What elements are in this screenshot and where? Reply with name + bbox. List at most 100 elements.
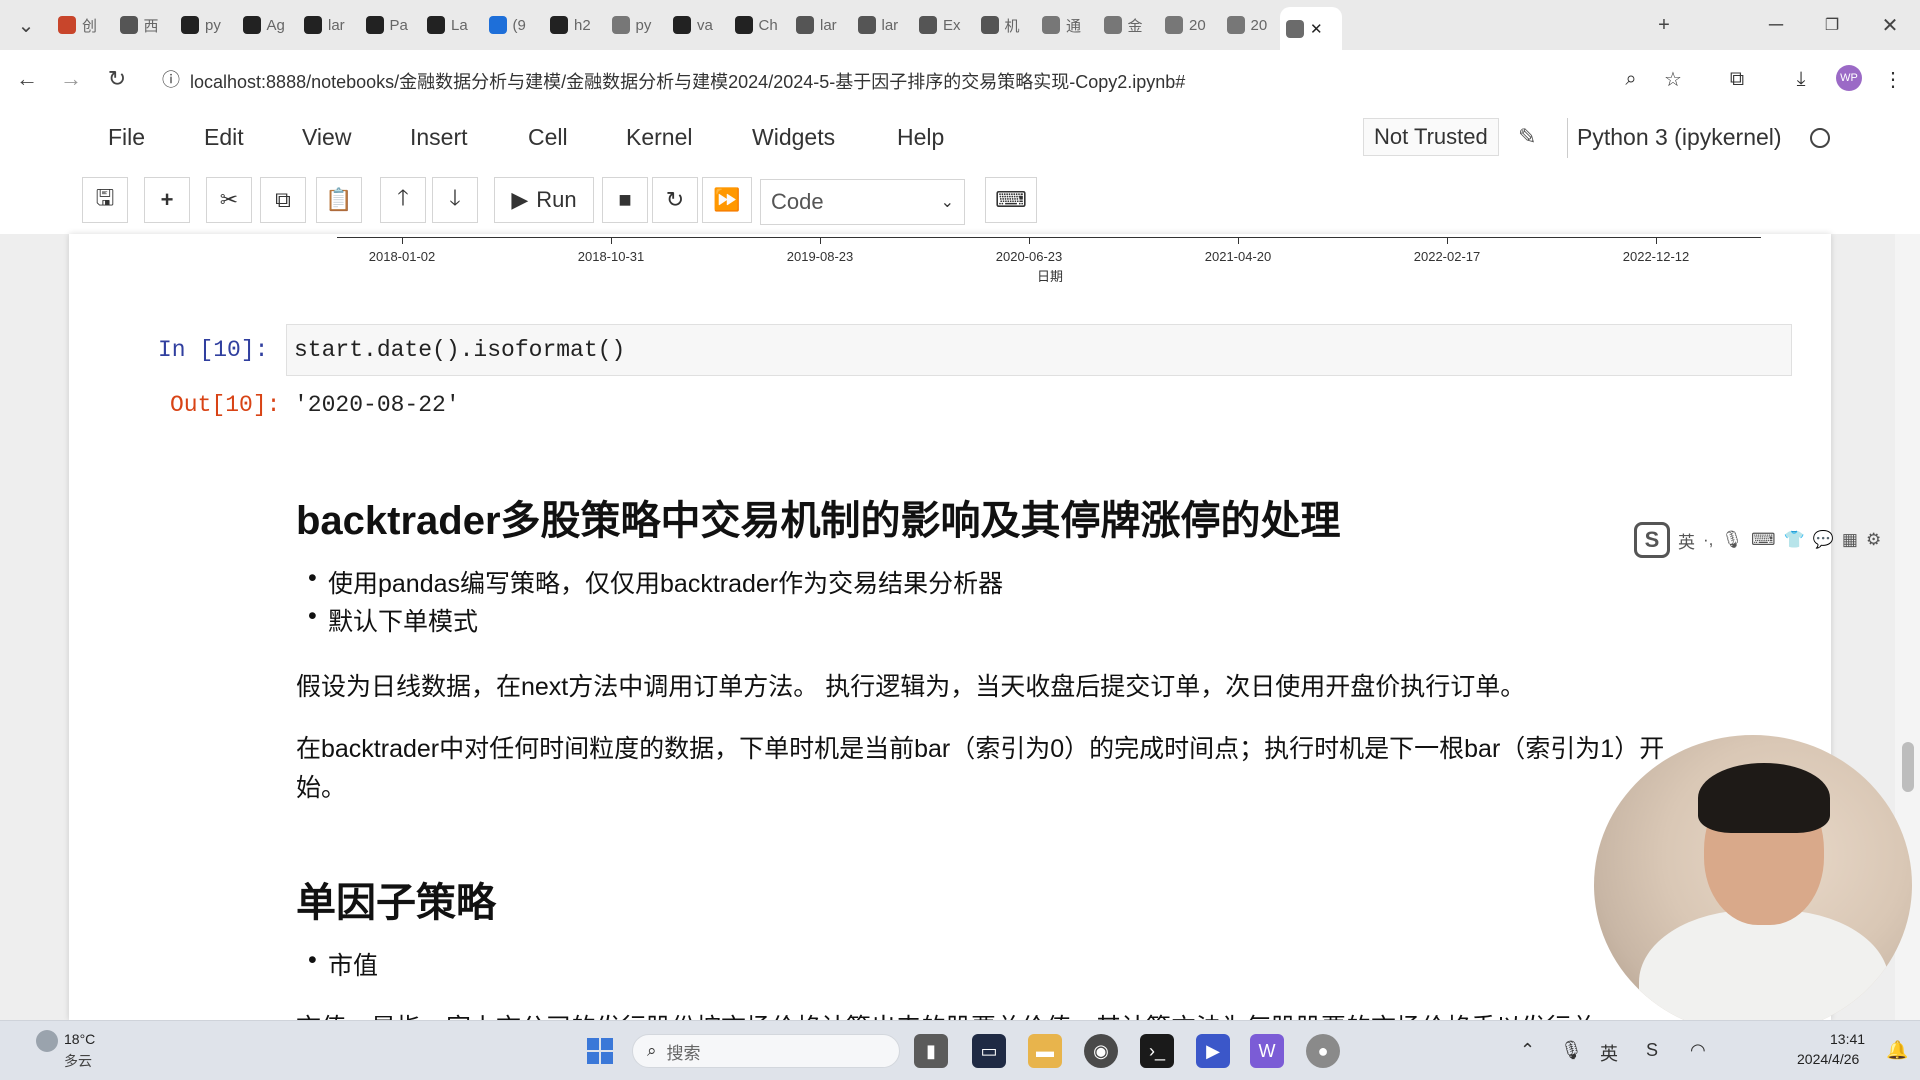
list-item: 默认下单模式 — [308, 602, 478, 638]
move-down-button[interactable]: 🡓 — [432, 177, 478, 223]
x-tick — [1656, 237, 1657, 244]
taskbar-search[interactable]: ⌕ 搜索 — [632, 1034, 900, 1068]
menu-file[interactable]: File — [108, 124, 145, 151]
taskbar-app-film[interactable]: ▮ — [914, 1034, 948, 1068]
browser-tab[interactable]: 创 — [52, 9, 110, 41]
notification-bell-icon[interactable]: 🔔 — [1886, 1040, 1908, 1061]
zoom-icon[interactable]: ⌕ — [1612, 60, 1650, 98]
tab-list-chevron-icon[interactable]: ⌄ — [6, 10, 46, 40]
taskbar-app-bookmark[interactable]: ▶ — [1196, 1034, 1230, 1068]
browser-tab[interactable]: 西 — [114, 9, 172, 41]
browser-tab[interactable]: va — [667, 9, 725, 41]
taskbar — [0, 1020, 1920, 1080]
tray-microphone-icon[interactable]: 🎙 — [1560, 1040, 1583, 1061]
ime-language[interactable]: 英 — [1678, 528, 1695, 553]
cut-button[interactable]: ✂ — [206, 177, 252, 223]
menu-widgets[interactable]: Widgets — [752, 124, 835, 151]
browser-tab[interactable]: Ag — [237, 9, 295, 41]
tab-active[interactable]: ✕ — [1280, 7, 1342, 50]
insert-cell-button[interactable]: + — [144, 177, 190, 223]
restore-icon[interactable]: ❐ — [1812, 10, 1852, 40]
address-bar-url[interactable]: localhost:8888/notebooks/金融数据分析与建模/金融数据分… — [190, 68, 1185, 94]
browser-tab[interactable]: py — [175, 9, 233, 41]
browser-tab[interactable]: py — [606, 9, 664, 41]
new-tab-button[interactable]: + — [1644, 10, 1684, 40]
punctuation-icon[interactable]: ·, — [1703, 530, 1713, 550]
interrupt-button[interactable]: ■ — [602, 177, 648, 223]
download-icon[interactable]: ⤓ — [1782, 60, 1820, 98]
forward-arrow-icon[interactable]: → — [52, 60, 90, 98]
save-button[interactable]: 🖫 — [82, 177, 128, 223]
cell-type-select[interactable]: Code ⌄ — [760, 179, 965, 225]
kernel-name[interactable]: Python 3 (ipykernel) — [1577, 124, 1782, 151]
browser-tab[interactable]: lar — [852, 9, 910, 41]
clock-time[interactable]: 13:41 — [1830, 1031, 1865, 1047]
back-arrow-icon[interactable]: ← — [8, 60, 46, 98]
more-menu-icon[interactable]: ⋮ — [1874, 60, 1912, 98]
browser-tab[interactable]: 通 — [1036, 9, 1094, 41]
taskbar-app-chrome[interactable]: ◉ — [1084, 1034, 1118, 1068]
browser-tab[interactable]: 机 — [975, 9, 1033, 41]
paste-button[interactable]: 📋 — [316, 177, 362, 223]
pencil-icon[interactable]: ✎ — [1518, 124, 1536, 150]
menu-view[interactable]: View — [302, 124, 351, 151]
reload-icon[interactable]: ↻ — [98, 60, 136, 98]
browser-tab-strip: ⌄ 创 西 py Ag lar Pa La (9 h2 py va Ch lar lar Ex 机 通 金 20 20… — [0, 0, 1920, 50]
code-text[interactable]: start.date().isoformat() — [294, 337, 625, 363]
weather-cloud-icon[interactable] — [36, 1030, 58, 1052]
browser-tab[interactable]: Ex — [913, 9, 971, 41]
site-info-icon[interactable]: ⓘ — [152, 60, 190, 98]
browser-tab[interactable]: 20 — [1221, 9, 1279, 41]
menu-insert[interactable]: Insert — [410, 124, 468, 151]
browser-tab[interactable]: 20 — [1159, 9, 1217, 41]
restart-run-all-button[interactable]: ⏩ — [702, 177, 752, 223]
microphone-icon[interactable]: 🎙 — [1721, 530, 1743, 550]
tray-chevron-up-icon[interactable]: ⌃ — [1520, 1040, 1535, 1061]
tray-ime-language[interactable]: 英 — [1600, 1040, 1618, 1066]
minimize-icon[interactable]: ─ — [1756, 10, 1796, 40]
browser-tab[interactable]: La — [421, 9, 479, 41]
browser-tab[interactable]: h2 — [544, 9, 602, 41]
clock-date[interactable]: 2024/4/26 — [1797, 1051, 1859, 1067]
weather-condition[interactable]: 多云 — [64, 1051, 92, 1071]
browser-tab[interactable]: lar — [790, 9, 848, 41]
scrollbar-thumb[interactable] — [1902, 742, 1914, 792]
extensions-icon[interactable]: ⧉ — [1718, 60, 1756, 98]
menu-edit[interactable]: Edit — [204, 124, 244, 151]
profile-avatar[interactable]: WP — [1836, 65, 1862, 91]
browser-tab[interactable]: 金 — [1098, 9, 1156, 41]
window-close-icon[interactable]: ✕ — [1870, 10, 1910, 40]
settings-gear-icon[interactable]: ⚙ — [1866, 530, 1881, 550]
browser-tab[interactable]: (9 — [483, 9, 541, 41]
menu-help[interactable]: Help — [897, 124, 944, 151]
menu-kernel[interactable]: Kernel — [626, 124, 692, 151]
browser-tab[interactable]: Pa — [360, 9, 418, 41]
menu-cell[interactable]: Cell — [528, 124, 568, 151]
weather-temperature[interactable]: 18°C — [64, 1031, 95, 1047]
copy-button[interactable]: ⧉ — [260, 177, 306, 223]
shirt-icon[interactable]: 👕 — [1784, 530, 1805, 550]
keyboard-icon[interactable]: ⌨ — [1751, 530, 1776, 550]
taskbar-app-recorder[interactable]: ● — [1306, 1034, 1340, 1068]
tray-wifi-icon[interactable]: ◠ — [1690, 1040, 1706, 1061]
taskbar-app-cmd[interactable]: ›_ — [1140, 1034, 1174, 1068]
move-up-button[interactable]: 🡑 — [380, 177, 426, 223]
taskbar-app-wps[interactable]: W — [1250, 1034, 1284, 1068]
chat-icon[interactable]: 💬 — [1813, 530, 1834, 550]
bookmark-star-icon[interactable]: ☆ — [1654, 60, 1692, 98]
tab-close-icon[interactable]: ✕ — [1310, 20, 1323, 38]
command-palette-button[interactable]: ⌨ — [985, 177, 1037, 223]
taskbar-app-terminal[interactable]: ▭ — [972, 1034, 1006, 1068]
start-button[interactable] — [587, 1038, 613, 1064]
browser-tab[interactable]: Ch — [729, 9, 787, 41]
x-tick — [402, 237, 403, 244]
browser-tab[interactable]: lar — [298, 9, 356, 41]
not-trusted-indicator[interactable]: Not Trusted — [1363, 118, 1499, 156]
grid-icon[interactable]: ▦ — [1842, 530, 1858, 550]
tray-sogou-icon[interactable]: S — [1646, 1040, 1658, 1061]
restart-button[interactable]: ↻ — [652, 177, 698, 223]
tab-favicon-icon — [550, 16, 568, 34]
ime-toolbar[interactable]: S 英 ·, 🎙 ⌨ 👕 💬 ▦ ⚙ — [1634, 520, 1881, 560]
taskbar-app-files[interactable]: ▬ — [1028, 1034, 1062, 1068]
run-button[interactable]: ▶ Run — [494, 177, 594, 223]
